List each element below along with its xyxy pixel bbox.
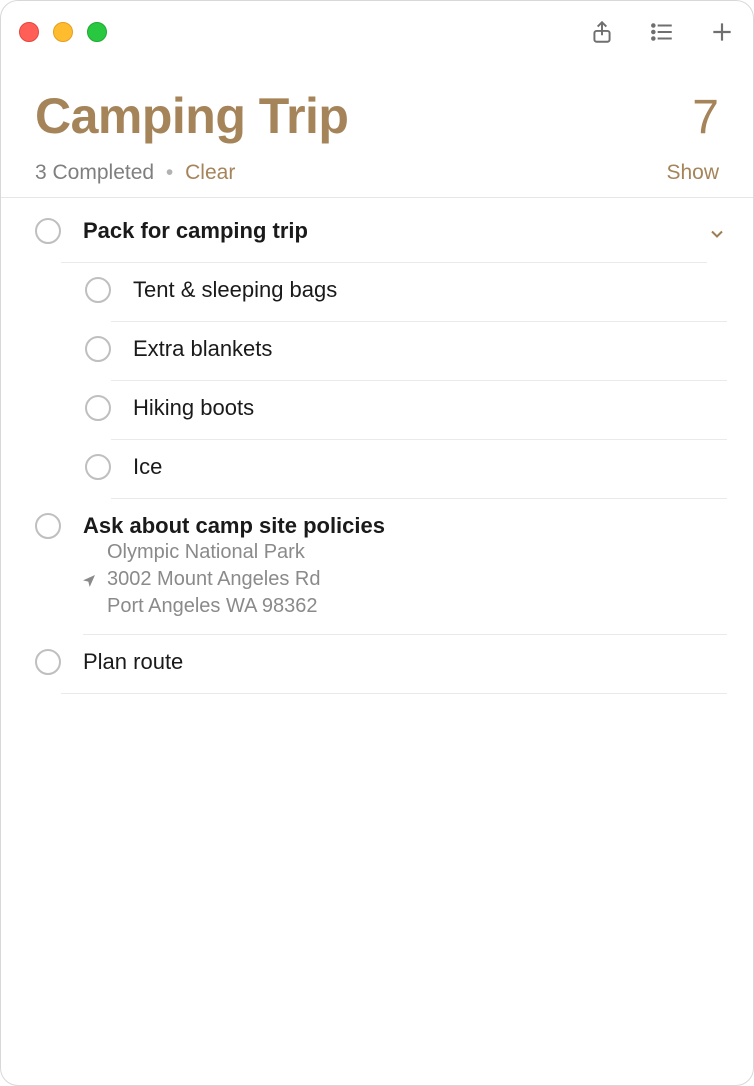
- list-title: Camping Trip: [35, 87, 348, 145]
- location-icon: [81, 570, 97, 597]
- reminder-row[interactable]: Ask about camp site policies Olympic Nat…: [1, 499, 753, 635]
- zoom-window-button[interactable]: [87, 22, 107, 42]
- list-view-icon[interactable]: [649, 19, 675, 45]
- open-count: 7: [692, 90, 719, 145]
- add-reminder-icon[interactable]: [709, 19, 735, 45]
- separator-dot: •: [160, 161, 179, 184]
- clear-completed-button[interactable]: Clear: [185, 161, 235, 184]
- complete-toggle[interactable]: [35, 513, 61, 539]
- subtask-title[interactable]: Tent & sleeping bags: [111, 263, 727, 322]
- complete-toggle[interactable]: [85, 454, 111, 480]
- traffic-lights: [19, 22, 107, 42]
- complete-toggle[interactable]: [85, 336, 111, 362]
- close-window-button[interactable]: [19, 22, 39, 42]
- complete-toggle[interactable]: [85, 395, 111, 421]
- completed-bar: 3 Completed • Clear Show: [1, 151, 753, 198]
- subtask-title[interactable]: Hiking boots: [111, 381, 727, 440]
- subtask-title[interactable]: Extra blankets: [111, 322, 727, 381]
- location-address2: Port Angeles WA 98362: [107, 593, 727, 620]
- reminder-location[interactable]: Olympic National Park 3002 Mount Angeles…: [83, 539, 727, 620]
- complete-toggle[interactable]: [85, 277, 111, 303]
- subtask-row[interactable]: Extra blankets: [1, 322, 753, 381]
- location-name: Olympic National Park: [107, 539, 727, 566]
- reminder-row[interactable]: Pack for camping trip: [1, 204, 753, 263]
- location-address1: 3002 Mount Angeles Rd: [107, 566, 727, 593]
- completed-count-label: 3 Completed: [35, 161, 154, 184]
- subtask-row[interactable]: Hiking boots: [1, 381, 753, 440]
- list-header: Camping Trip 7: [1, 63, 753, 151]
- complete-toggle[interactable]: [35, 218, 61, 244]
- reminder-title[interactable]: Ask about camp site policies: [83, 499, 727, 539]
- subtask-row[interactable]: Ice: [1, 440, 753, 499]
- reminder-row[interactable]: Plan route: [1, 635, 753, 694]
- toolbar: [589, 19, 735, 45]
- expand-subtasks-button[interactable]: [707, 204, 727, 249]
- reminder-title[interactable]: Plan route: [61, 635, 727, 694]
- reminders-list: Pack for camping trip Tent & sleeping ba…: [1, 198, 753, 694]
- reminder-title[interactable]: Pack for camping trip: [61, 204, 707, 263]
- subtask-row[interactable]: Tent & sleeping bags: [1, 263, 753, 322]
- complete-toggle[interactable]: [35, 649, 61, 675]
- subtask-title[interactable]: Ice: [111, 440, 727, 499]
- titlebar: [1, 1, 753, 63]
- reminders-window: Camping Trip 7 3 Completed • Clear Show …: [0, 0, 754, 1086]
- minimize-window-button[interactable]: [53, 22, 73, 42]
- show-completed-button[interactable]: Show: [666, 161, 719, 185]
- reminder-body: Ask about camp site policies Olympic Nat…: [83, 499, 727, 635]
- share-icon[interactable]: [589, 19, 615, 45]
